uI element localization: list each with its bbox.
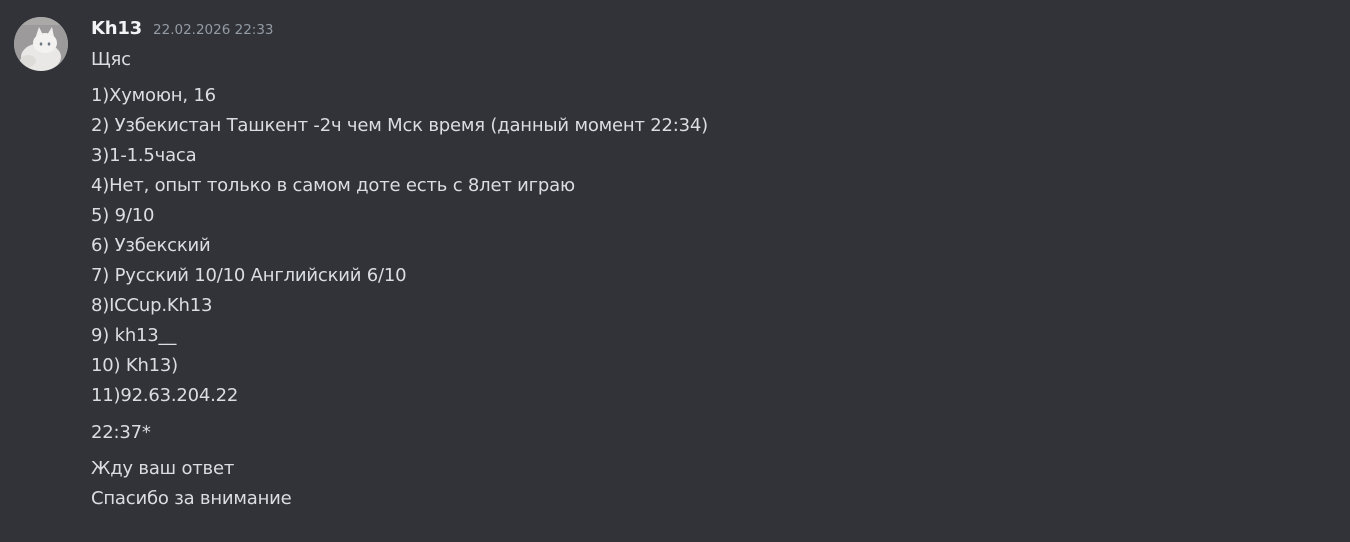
message-line-9: 9) kh13__ <box>91 325 177 346</box>
message-line-10: 10) Kh13) <box>91 355 178 376</box>
message-line-5: 5) 9/10 <box>91 205 155 226</box>
avatar[interactable] <box>14 17 68 71</box>
message-line-3: 3)1-1.5часа <box>91 145 197 166</box>
message-line-wait: Жду ваш ответ <box>91 458 235 479</box>
message-line-1: 1)Хумоюн, 16 <box>91 85 216 106</box>
message-line-correction: 22:37* <box>91 422 151 443</box>
message-line-thanks: Спасибо за внимание <box>91 488 292 509</box>
message-line-6: 6) Узбекский <box>91 235 211 256</box>
message-line-2: 2) Узбекистан Ташкент -2ч чем Мск время … <box>91 115 708 136</box>
message-timestamp[interactable]: 22.02.2026 22:33 <box>153 22 274 38</box>
message-header: Kh13 22.02.2026 22:33 <box>91 18 274 42</box>
message-line-4: 4)Нет, опыт только в самом доте есть с 8… <box>91 175 575 196</box>
chat-message: Kh13 22.02.2026 22:33 Щяс 1)Хумоюн, 16 2… <box>0 0 1350 542</box>
username[interactable]: Kh13 <box>91 18 142 39</box>
message-line-intro: Щяс <box>91 49 131 70</box>
white-cat-avatar-icon <box>14 17 68 71</box>
message-line-11: 11)92.63.204.22 <box>91 385 239 406</box>
message-line-8: 8)ICCup.Kh13 <box>91 295 213 316</box>
chat-view: Kh13 22.02.2026 22:33 Щяс 1)Хумоюн, 16 2… <box>0 0 1350 542</box>
message-line-7: 7) Русский 10/10 Английский 6/10 <box>91 265 407 286</box>
